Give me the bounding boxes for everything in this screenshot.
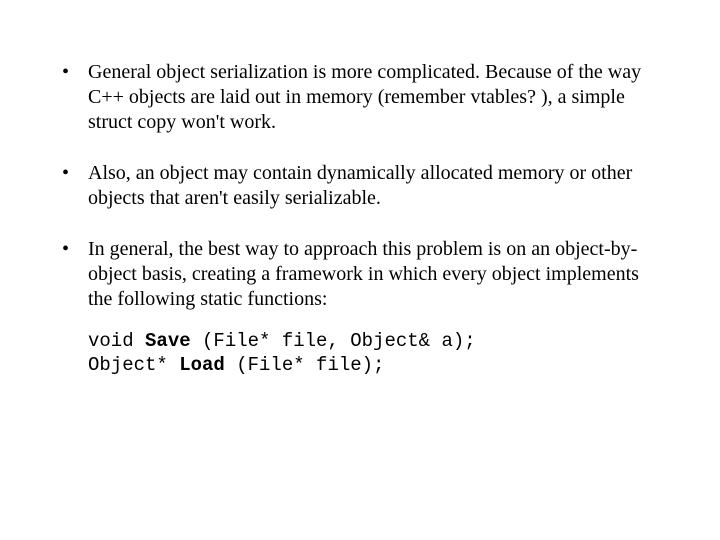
code-text: (File* file);	[225, 354, 385, 376]
code-text: void	[88, 330, 145, 352]
slide: General object serialization is more com…	[0, 0, 720, 540]
bullet-list: General object serialization is more com…	[60, 60, 660, 312]
bullet-item: General object serialization is more com…	[60, 60, 660, 135]
bullet-item: In general, the best way to approach thi…	[60, 237, 660, 312]
bullet-text: General object serialization is more com…	[88, 61, 641, 133]
code-bold: Load	[179, 354, 225, 376]
bullet-text: In general, the best way to approach thi…	[88, 238, 639, 310]
code-text: Object*	[88, 354, 179, 376]
bullet-text: Also, an object may contain dynamically …	[88, 162, 632, 209]
code-text: (File* file, Object& a);	[191, 330, 476, 352]
bullet-item: Also, an object may contain dynamically …	[60, 161, 660, 211]
code-bold: Save	[145, 330, 191, 352]
code-block: void Save (File* file, Object& a); Objec…	[60, 330, 660, 378]
